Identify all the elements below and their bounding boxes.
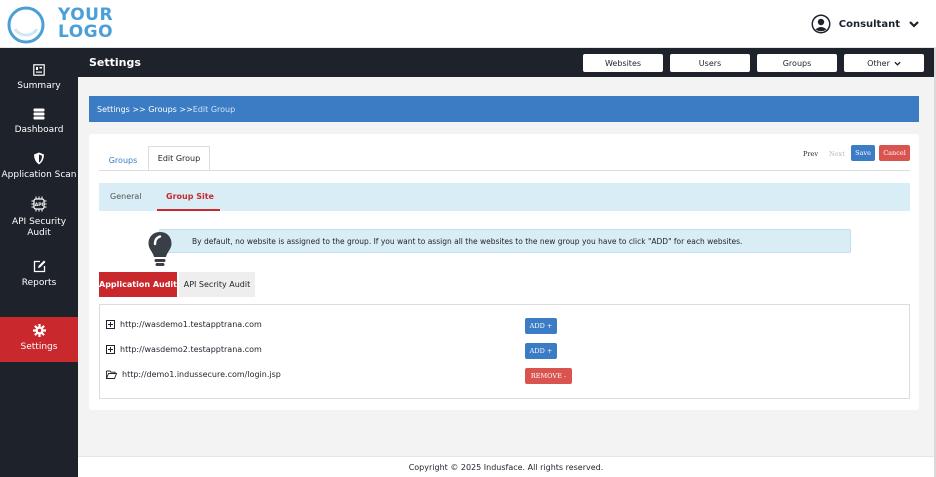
user-name: Consultant bbox=[838, 18, 900, 30]
sidebar-item-reports[interactable]: Reports bbox=[0, 260, 78, 294]
edit-group-card: Groups Edit Group Prev Next Save Cancel … bbox=[89, 134, 919, 410]
groups-button[interactable]: Groups bbox=[757, 54, 837, 72]
sidebar-item-api-security-audit[interactable]: API API Security Audit bbox=[0, 196, 78, 244]
breadcrumb-current: Edit Group bbox=[192, 104, 236, 114]
tab-application-audit[interactable]: Application Audit bbox=[99, 272, 177, 297]
api-icon: API bbox=[31, 196, 47, 212]
folder-open-icon bbox=[106, 370, 117, 379]
top-header: YOUR LOGO Consultant bbox=[0, 0, 936, 48]
subtab-group-site[interactable]: Group Site bbox=[166, 192, 214, 201]
footer: Copyright © 2025 Indusface. All rights r… bbox=[78, 456, 934, 477]
other-label: Other bbox=[867, 58, 890, 68]
logo[interactable]: YOUR LOGO bbox=[6, 5, 116, 45]
prev-link[interactable]: Prev bbox=[803, 150, 818, 158]
add-site-button[interactable]: ADD + bbox=[525, 318, 557, 334]
other-dropdown[interactable]: Other bbox=[844, 54, 924, 72]
page-title: Settings bbox=[89, 56, 141, 69]
copyright-text: Copyright © 2025 Indusface. All rights r… bbox=[408, 462, 604, 472]
svg-text:API: API bbox=[35, 202, 44, 208]
logo-line-2: LOGO bbox=[58, 22, 114, 42]
sidebar-item-label: Reports bbox=[21, 278, 57, 288]
lightbulb-icon bbox=[148, 232, 172, 266]
info-message: By default, no website is assigned to th… bbox=[159, 229, 851, 253]
sidebar-item-summary[interactable]: Summary bbox=[0, 64, 78, 98]
dashboard-icon bbox=[33, 108, 45, 120]
chevron-down-icon bbox=[894, 61, 901, 66]
breadcrumb-path[interactable]: Settings >> Groups >> bbox=[97, 105, 193, 114]
list-item: http://wasdemo1.testapptrana.com bbox=[106, 316, 262, 332]
summary-icon bbox=[33, 64, 45, 76]
cancel-button[interactable]: Cancel bbox=[879, 145, 910, 161]
logo-text: YOUR LOGO bbox=[58, 7, 113, 41]
list-item: http://demo1.indussecure.com/login.jsp bbox=[106, 366, 281, 382]
add-site-button[interactable]: ADD + bbox=[525, 343, 557, 359]
active-subtab-indicator bbox=[157, 209, 220, 211]
users-button[interactable]: Users bbox=[670, 54, 750, 72]
gear-icon bbox=[32, 324, 46, 337]
save-button[interactable]: Save bbox=[851, 145, 875, 161]
sidebar-item-settings[interactable]: Settings bbox=[0, 317, 78, 362]
sidebar-item-label: Settings bbox=[20, 342, 58, 352]
expand-plus-icon[interactable] bbox=[106, 344, 115, 354]
info-text: By default, no website is assigned to th… bbox=[192, 236, 743, 246]
next-link[interactable]: Next bbox=[829, 150, 845, 158]
sidebar: Summary Dashboard Application Scan API A… bbox=[0, 48, 78, 477]
logo-circle-icon bbox=[7, 6, 45, 44]
sidebar-item-label: Summary bbox=[17, 81, 61, 91]
shield-icon bbox=[34, 152, 44, 165]
sidebar-item-application-scan[interactable]: Application Scan bbox=[0, 152, 78, 186]
tab-edit-group[interactable]: Edit Group bbox=[148, 146, 210, 170]
chevron-down-icon bbox=[909, 21, 919, 28]
user-menu[interactable]: Consultant bbox=[811, 13, 920, 35]
list-item: http://wasdemo2.testapptrana.com bbox=[106, 341, 262, 357]
subtab-general[interactable]: General bbox=[110, 192, 142, 201]
site-url: http://wasdemo2.testapptrana.com bbox=[120, 344, 262, 354]
site-url: http://wasdemo1.testapptrana.com bbox=[120, 319, 262, 329]
sidebar-item-label: API Security Audit bbox=[11, 217, 67, 238]
expand-plus-icon[interactable] bbox=[106, 319, 115, 329]
sidebar-item-label: Application Scan bbox=[1, 170, 77, 180]
edit-icon bbox=[33, 260, 45, 273]
settings-header: Settings Websites Users Groups Other bbox=[78, 48, 936, 77]
remove-site-button[interactable]: REMOVE - bbox=[525, 368, 572, 384]
site-url: http://demo1.indussecure.com/login.jsp bbox=[122, 369, 281, 379]
sidebar-item-dashboard[interactable]: Dashboard bbox=[0, 108, 78, 142]
tab-api-security-audit[interactable]: API Secrity Audit bbox=[179, 272, 255, 297]
breadcrumb: Settings >> Groups >> Edit Group bbox=[89, 96, 919, 122]
tab-groups[interactable]: Groups bbox=[99, 148, 147, 172]
subtab-bar: General Group Site bbox=[99, 183, 910, 211]
app-root: YOUR LOGO Consultant Settings Websites U… bbox=[0, 0, 936, 477]
sidebar-item-label: Dashboard bbox=[14, 125, 64, 135]
websites-button[interactable]: Websites bbox=[583, 54, 663, 72]
tab-divider bbox=[99, 170, 910, 171]
avatar-icon bbox=[811, 14, 831, 34]
group-site-list: http://wasdemo1.testapptrana.com ADD + h… bbox=[99, 304, 910, 399]
